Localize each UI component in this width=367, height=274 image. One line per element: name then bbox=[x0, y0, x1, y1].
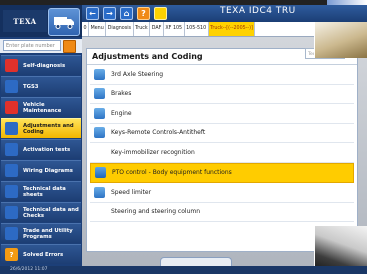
help-button[interactable]: ? bbox=[137, 7, 150, 20]
folder-icon bbox=[94, 147, 105, 158]
list-item-label: Engine bbox=[111, 109, 132, 117]
tgs3-icon bbox=[5, 80, 18, 93]
plate-number-input[interactable]: Enter plate number bbox=[3, 40, 61, 51]
list-item[interactable]: Steering and steering column bbox=[90, 203, 354, 222]
sidebar-item-wiring-diagrams[interactable]: Wiring Diagrams bbox=[1, 160, 81, 180]
activation-icon bbox=[5, 143, 18, 156]
adjust-icon bbox=[5, 122, 18, 135]
datasheet-icon bbox=[5, 185, 18, 198]
list-item[interactable]: Keys-Remote Controls-Antitheft bbox=[90, 124, 354, 143]
sidebar-item-label: Solved Errors bbox=[23, 251, 64, 258]
notes-button[interactable] bbox=[154, 7, 167, 20]
wiring-icon bbox=[5, 164, 18, 177]
app-window: TEXA Enter plate number Self-diagnosis TG… bbox=[0, 0, 367, 274]
list-item[interactable]: Key-immobilizer recognition bbox=[90, 143, 354, 163]
breadcrumb-item[interactable]: Diagnosis bbox=[106, 22, 134, 36]
sidebar-item-adjustments-and-coding[interactable]: Adjustments and Coding bbox=[1, 118, 81, 138]
page-title: Adjustments and Coding bbox=[92, 52, 203, 61]
folder-icon bbox=[94, 127, 105, 139]
device-photo-top bbox=[314, 22, 367, 58]
status-bar: 26/6/2012 11:07 bbox=[0, 266, 367, 274]
texa-logo: TEXA bbox=[3, 10, 47, 32]
stethoscope-icon bbox=[5, 59, 18, 72]
app-title: TEXA IDC4 TRU bbox=[220, 6, 296, 16]
breadcrumb-item[interactable]: 0 bbox=[82, 22, 90, 36]
question-icon: ? bbox=[141, 9, 146, 18]
folder-icon bbox=[94, 107, 105, 119]
sidebar-item-technical-data-sheets[interactable]: Technical data sheets bbox=[1, 181, 81, 201]
breadcrumb-item[interactable]: XF 105 bbox=[164, 22, 185, 36]
breadcrumb-item[interactable]: Menu bbox=[89, 22, 107, 36]
arrow-right-icon: → bbox=[106, 9, 113, 18]
list-item-label: Steering and steering column bbox=[111, 208, 200, 216]
sidebar-item-label: Technical data sheets bbox=[23, 185, 66, 198]
status-datetime: 26/6/2012 11:07 bbox=[10, 267, 48, 272]
home-icon: ⌂ bbox=[123, 9, 130, 18]
list-item-label: Brakes bbox=[111, 90, 132, 98]
breadcrumb-item[interactable]: Truck--[(--2005--)] bbox=[208, 22, 256, 36]
sidebar: TEXA Enter plate number Self-diagnosis TG… bbox=[0, 5, 82, 274]
truck-icon bbox=[54, 17, 74, 29]
list-item-label: Keys-Remote Controls-Antitheft bbox=[111, 129, 206, 137]
sidebar-item-solved-errors[interactable]: ? Solved Errors bbox=[1, 244, 81, 264]
sidebar-item-self-diagnosis[interactable]: Self-diagnosis bbox=[1, 55, 81, 75]
main-panel: Adjustments and Coding Text search 3rd A… bbox=[86, 48, 358, 252]
list-item-label: Speed limiter bbox=[111, 188, 152, 196]
bottom-tab[interactable] bbox=[160, 257, 232, 266]
utility-icon bbox=[5, 227, 18, 240]
list-item[interactable]: Engine bbox=[90, 104, 354, 124]
list-item[interactable]: Speed limiter bbox=[90, 183, 354, 203]
folder-icon bbox=[94, 88, 105, 100]
question-icon: ? bbox=[5, 248, 18, 261]
back-button[interactable]: ← bbox=[86, 7, 99, 20]
breadcrumb-item[interactable]: 105-510 bbox=[185, 22, 209, 36]
sidebar-item-label: Activation tests bbox=[23, 146, 71, 153]
forward-button[interactable]: → bbox=[103, 7, 116, 20]
arrow-left-icon: ← bbox=[89, 9, 96, 18]
sidebar-item-label: Wiring Diagrams bbox=[23, 167, 73, 174]
list-item-label: PTO control - Body equipment functions bbox=[112, 169, 232, 177]
home-button[interactable]: ⌂ bbox=[120, 7, 133, 20]
folder-icon bbox=[95, 167, 106, 179]
plate-search-button[interactable] bbox=[63, 40, 76, 53]
breadcrumb-item[interactable]: DAF bbox=[150, 22, 164, 36]
sidebar-item-activation-tests[interactable]: Activation tests bbox=[1, 139, 81, 159]
vehicle-type-button[interactable] bbox=[48, 8, 80, 36]
wrench-icon bbox=[5, 101, 18, 114]
sidebar-item-technical-data-and-checks[interactable]: Technical data and Checks bbox=[1, 202, 81, 222]
plate-search-row: Enter plate number bbox=[0, 39, 82, 53]
sidebar-item-label: Technical data and Checks bbox=[23, 206, 79, 219]
logo-area: TEXA bbox=[0, 5, 82, 37]
list-item[interactable]: 3rd Axle Steering bbox=[90, 65, 354, 85]
list-item[interactable]: PTO control - Body equipment functions bbox=[90, 162, 354, 183]
breadcrumb: 0 Menu Diagnosis Truck DAF XF 105 105-510 Truck… bbox=[82, 22, 315, 37]
sidebar-item-label: Vehicle Maintenance bbox=[23, 101, 62, 114]
function-list: 3rd Axle Steering Brakes Engine Keys-Remote… bbox=[87, 65, 357, 222]
sidebar-item-label: TGS3 bbox=[23, 83, 39, 90]
breadcrumb-item[interactable]: Truck bbox=[134, 22, 151, 36]
list-item-label: Key-immobilizer recognition bbox=[111, 148, 195, 156]
folder-icon bbox=[94, 186, 105, 198]
folder-icon bbox=[94, 206, 105, 217]
list-item-label: 3rd Axle Steering bbox=[111, 70, 164, 78]
sidebar-nav: Self-diagnosis TGS3 Vehicle Maintenance Adj… bbox=[0, 55, 82, 264]
checks-icon bbox=[5, 206, 18, 219]
sidebar-item-trade-and-utility-programs[interactable]: Trade and Utility Programs bbox=[1, 223, 81, 243]
sidebar-item-tgs3[interactable]: TGS3 bbox=[1, 76, 81, 96]
sidebar-item-vehicle-maintenance[interactable]: Vehicle Maintenance bbox=[1, 97, 81, 117]
list-item[interactable]: Brakes bbox=[90, 85, 354, 104]
sidebar-item-label: Adjustments and Coding bbox=[23, 122, 74, 135]
sidebar-item-label: Trade and Utility Programs bbox=[23, 227, 73, 240]
folder-icon bbox=[94, 68, 105, 80]
sidebar-item-label: Self-diagnosis bbox=[23, 62, 66, 69]
top-toolbar: ← → ⌂ ? TEXA IDC4 TRU bbox=[82, 5, 367, 22]
